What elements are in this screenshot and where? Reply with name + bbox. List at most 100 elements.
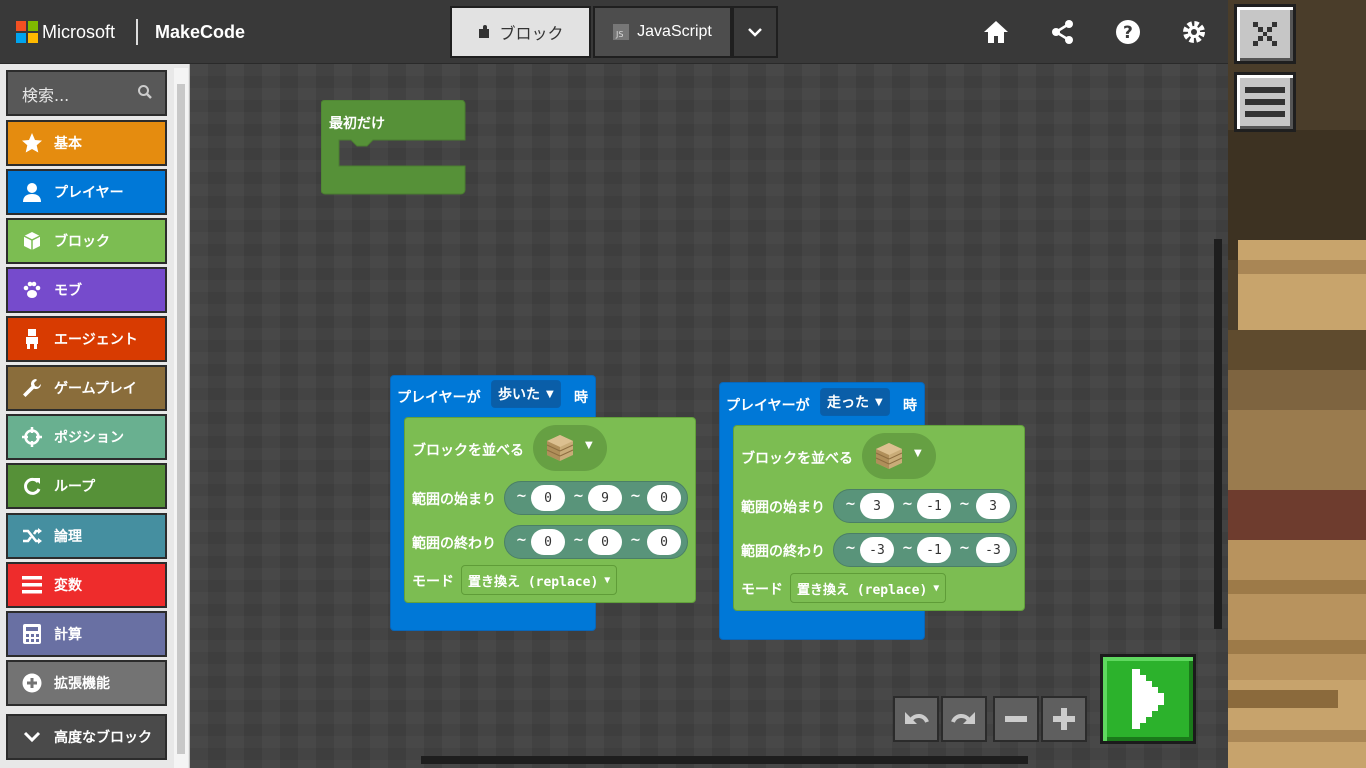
category-player[interactable]: プレイヤー	[6, 169, 167, 215]
editor-dropdown-button[interactable]	[732, 6, 778, 58]
advanced-blocks-toggle[interactable]: 高度なブロック	[6, 714, 167, 760]
redo-button[interactable]	[941, 696, 987, 742]
shuffle-icon	[23, 528, 42, 544]
search-input[interactable]: 検索...	[6, 70, 167, 116]
to-z-input[interactable]: 0	[647, 529, 681, 555]
to-y-input[interactable]: 0	[588, 529, 622, 555]
to-z-input[interactable]: -3	[976, 537, 1010, 563]
category-blocks[interactable]: ブロック	[6, 218, 167, 264]
category-label: ポジション	[54, 430, 124, 446]
player-label: プレイヤーが	[397, 390, 481, 406]
category-variables[interactable]: 変数	[6, 562, 167, 608]
from-x-input[interactable]: 3	[860, 493, 894, 519]
mode-dropdown[interactable]: 置き換え (replace) ▼	[790, 573, 947, 603]
from-x-input[interactable]: 0	[531, 485, 565, 511]
help-icon[interactable]: ?	[1114, 18, 1142, 46]
game-menu-button[interactable]	[1234, 72, 1296, 132]
category-label: 計算	[54, 627, 82, 643]
loop-icon	[24, 477, 41, 495]
makecode-brand[interactable]: MakeCode	[155, 21, 245, 43]
tilde: ~	[959, 497, 970, 512]
block-picker[interactable]: ▼	[533, 425, 607, 471]
category-gameplay[interactable]: ゲームプレイ	[6, 365, 167, 411]
block-picker[interactable]: ▼	[862, 433, 936, 479]
when-label: 時	[574, 390, 588, 406]
action-dropdown[interactable]: 走った ▼	[820, 388, 890, 416]
category-label: ゲームプレイ	[54, 381, 137, 397]
dropdown-arrow-icon: ▼	[875, 396, 883, 408]
player-ran-event-block[interactable]: プレイヤーが 走った ▼ 時 ブロックを並べる ▼ 範囲の始まり ~ 3 ~ -1…	[719, 382, 1025, 640]
from-y-input[interactable]: 9	[588, 485, 622, 511]
fill-label: ブロックを並べる	[412, 443, 524, 459]
action-dropdown[interactable]: 歩いた ▼	[491, 380, 561, 408]
home-icon[interactable]	[982, 18, 1010, 46]
workspace-horizontal-scrollbar[interactable]	[421, 756, 1028, 764]
category-mobs[interactable]: モブ	[6, 267, 167, 313]
close-game-button[interactable]	[1234, 4, 1296, 64]
mode-label: モード	[412, 574, 454, 590]
plus-circle-icon	[22, 673, 42, 693]
undo-button[interactable]	[893, 696, 939, 742]
top-bar: Microsoft MakeCode ブロック JS JavaScript ?	[0, 0, 1228, 64]
category-label: ブロック	[54, 234, 110, 250]
category-math[interactable]: 計算	[6, 611, 167, 657]
from-z-input[interactable]: 0	[647, 485, 681, 511]
tab-javascript-label: JavaScript	[637, 23, 712, 40]
svg-text:?: ?	[1123, 23, 1133, 43]
tab-blocks[interactable]: ブロック	[450, 6, 591, 58]
tilde: ~	[516, 489, 527, 504]
zoom-out-button[interactable]	[993, 696, 1039, 742]
category-label: 変数	[54, 578, 82, 594]
dropdown-arrow-icon: ▼	[933, 582, 940, 594]
category-loops[interactable]: ループ	[6, 463, 167, 509]
js-icon: JS	[613, 24, 630, 40]
to-label: 範囲の終わり	[741, 544, 825, 560]
to-y-input[interactable]: -1	[917, 537, 951, 563]
svg-text:JS: JS	[615, 30, 623, 39]
category-label: ループ	[54, 479, 96, 495]
category-label: プレイヤー	[54, 185, 124, 201]
category-logic[interactable]: 論理	[6, 513, 167, 559]
redo-icon	[951, 712, 975, 724]
when-label: 時	[903, 398, 917, 414]
from-label: 範囲の始まり	[412, 492, 496, 508]
to-x-input[interactable]: 0	[531, 529, 565, 555]
puzzle-icon	[479, 25, 490, 38]
calculator-icon	[23, 624, 41, 644]
chevron-down-icon	[23, 731, 41, 743]
advanced-blocks-label: 高度なブロック	[54, 730, 152, 746]
dropdown-arrow-icon: ▼	[546, 388, 554, 400]
toolbox: 検索... 基本 プレイヤー ブロック モブ エージェント ゲームプレイ ポジシ…	[0, 64, 190, 768]
to-x-input[interactable]: -3	[860, 537, 894, 563]
paw-icon	[23, 281, 41, 298]
cube-icon	[23, 232, 41, 250]
from-y-input[interactable]: -1	[917, 493, 951, 519]
mode-value: 置き換え (replace)	[468, 574, 599, 590]
settings-icon[interactable]	[1180, 18, 1208, 46]
crosshair-icon	[22, 427, 42, 447]
tilde: ~	[902, 541, 913, 556]
tab-javascript[interactable]: JS JavaScript	[593, 6, 732, 58]
mode-dropdown[interactable]: 置き換え (replace) ▼	[461, 565, 618, 595]
wrench-icon	[23, 378, 42, 397]
tab-blocks-label: ブロック	[499, 26, 564, 43]
run-button[interactable]	[1100, 654, 1196, 744]
from-z-input[interactable]: 3	[976, 493, 1010, 519]
workspace-vertical-scrollbar[interactable]	[1214, 239, 1222, 629]
tilde: ~	[630, 489, 641, 504]
share-icon[interactable]	[1049, 18, 1077, 46]
undo-icon	[905, 712, 929, 724]
blocks-workspace[interactable]: 最初だけ プレイヤーが 歩いた ▼ 時 ブロックを並べる ▼ 範囲の始まり ~ 0…	[190, 64, 1228, 768]
category-basic[interactable]: 基本	[6, 120, 167, 166]
category-positions[interactable]: ポジション	[6, 414, 167, 460]
microsoft-brand: Microsoft	[42, 22, 116, 42]
player-walked-event-block[interactable]: プレイヤーが 歩いた ▼ 時 ブロックを並べる ▼ 範囲の始まり ~ 0 ~ 9 …	[390, 375, 696, 631]
on-start-block[interactable]: 最初だけ	[320, 99, 467, 200]
toolbox-scrollbar-thumb[interactable]	[177, 84, 185, 754]
agent-icon	[26, 329, 38, 349]
category-extensions[interactable]: 拡張機能	[6, 660, 167, 706]
zoom-in-button[interactable]	[1041, 696, 1087, 742]
category-label: 基本	[54, 136, 82, 152]
category-agent[interactable]: エージェント	[6, 316, 167, 362]
to-label: 範囲の終わり	[412, 536, 496, 552]
